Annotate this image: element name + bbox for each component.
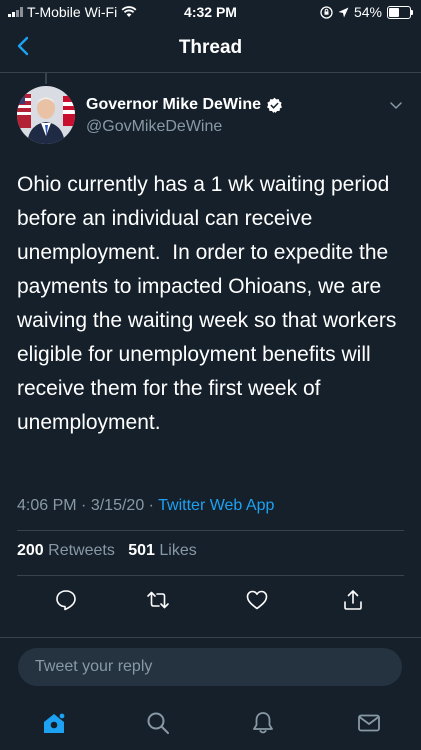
location-arrow-icon [338, 7, 349, 17]
verified-badge-icon [267, 97, 283, 113]
avatar[interactable] [17, 86, 75, 144]
status-bar: T-Mobile Wi-Fi 4:32 PM 54% [0, 0, 421, 24]
search-icon[interactable] [145, 710, 171, 736]
likes-count: 501 [128, 542, 155, 559]
reply-box[interactable] [18, 648, 402, 686]
divider [0, 637, 421, 638]
tweet-actions [0, 588, 421, 612]
divider [17, 575, 404, 576]
likes-label: Likes [159, 542, 197, 559]
likes-stat[interactable]: 501 Likes [128, 542, 197, 559]
heart-icon[interactable] [245, 588, 269, 612]
divider [17, 530, 404, 531]
battery-icon [387, 5, 413, 19]
thread-connector [45, 72, 47, 84]
tweet-text: Ohio currently has a 1 wk waiting period… [17, 173, 403, 434]
envelope-icon[interactable] [356, 710, 382, 736]
meta-separator: · [148, 497, 159, 514]
battery-percent: 54% [353, 4, 382, 20]
tweet-source-link[interactable]: Twitter Web App [158, 497, 274, 514]
author-handle: @GovMikeDeWine [86, 118, 223, 135]
author-name: Governor Mike DeWine [86, 96, 262, 113]
status-right: 54% [320, 4, 413, 20]
page-title: Thread [178, 37, 243, 58]
tweet-author[interactable]: Governor Mike DeWine @GovMikeDeWine [86, 96, 283, 136]
comment-icon[interactable] [54, 588, 78, 612]
orientation-lock-icon [320, 5, 333, 19]
nav-bar: Thread [0, 24, 421, 73]
retweets-stat[interactable]: 200 Retweets [17, 542, 119, 559]
battery-fill [389, 7, 399, 17]
author-name-row: Governor Mike DeWine [86, 96, 283, 114]
retweet-icon[interactable] [146, 588, 170, 612]
tweet-date: 3/15/20 [90, 497, 145, 514]
retweets-count: 200 [17, 542, 44, 559]
share-icon[interactable] [341, 588, 365, 612]
home-icon[interactable] [41, 710, 67, 736]
bottom-tab-bar [0, 700, 421, 750]
avatar-image [17, 86, 75, 144]
chevron-down-icon[interactable] [389, 98, 403, 112]
reply-input[interactable] [33, 657, 387, 677]
tweet-stats: 200 Retweets 501 Likes [17, 542, 197, 560]
tweet-time: 4:06 PM [17, 497, 77, 514]
bell-icon[interactable] [250, 710, 276, 736]
retweets-label: Retweets [48, 542, 115, 559]
meta-separator: · [81, 497, 91, 514]
tweet-meta: 4:06 PM · 3/15/20 · Twitter Web App [17, 497, 274, 515]
